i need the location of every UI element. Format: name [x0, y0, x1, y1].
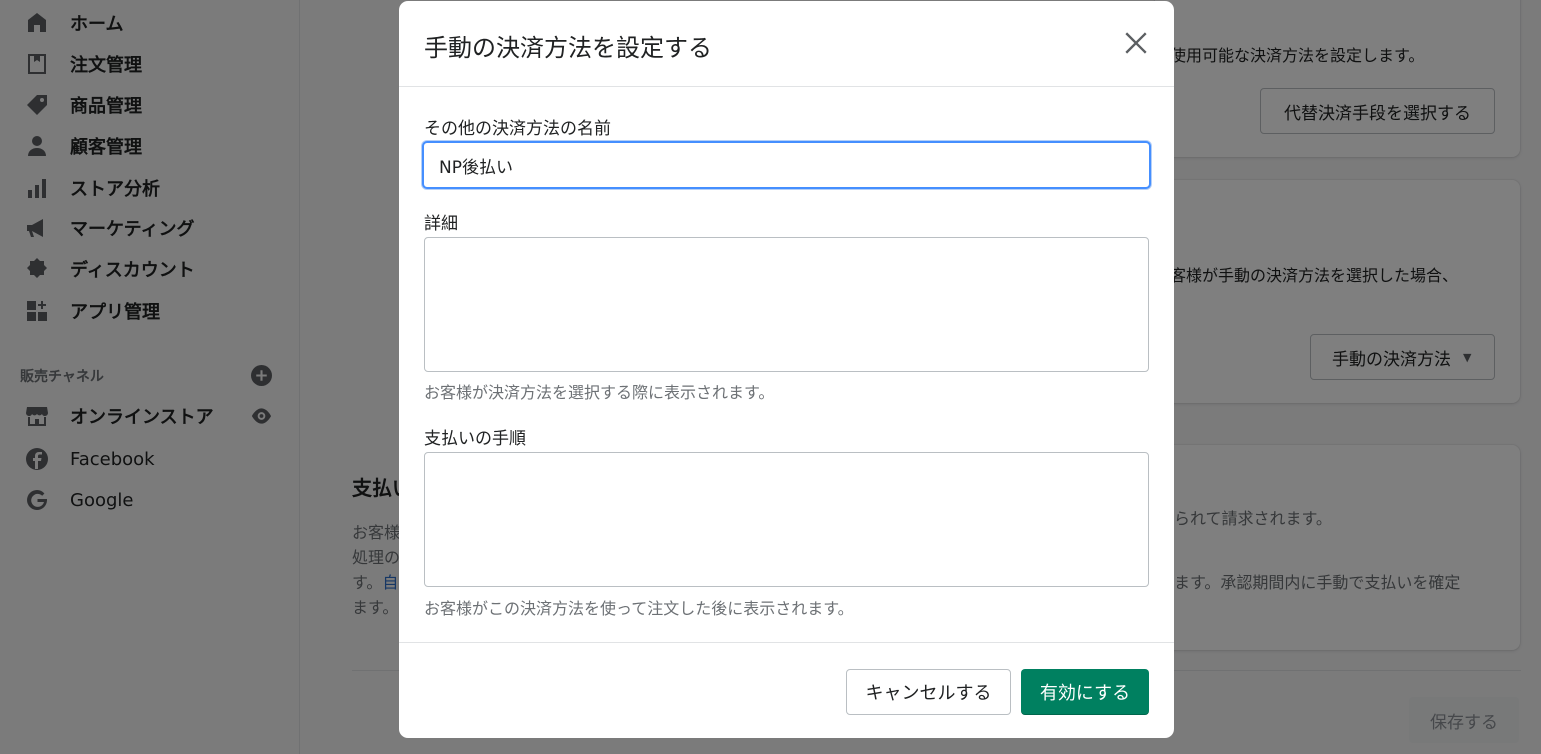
enable-button[interactable]: 有効にする	[1021, 669, 1149, 715]
details-textarea[interactable]	[424, 237, 1149, 372]
manual-payment-modal: 手動の決済方法を設定する その他の決済方法の名前 詳細 お客様が決済方法を選択す…	[399, 1, 1174, 738]
payment-name-label: その他の決済方法の名前	[424, 119, 611, 139]
modal-header: 手動の決済方法を設定する	[399, 1, 1174, 87]
instructions-help-text: お客様がこの決済方法を使って注文した後に表示されます。	[424, 599, 854, 618]
close-button[interactable]	[1120, 27, 1152, 59]
instructions-label: 支払いの手順	[424, 429, 526, 449]
close-icon	[1125, 32, 1147, 54]
cancel-button[interactable]: キャンセルする	[846, 669, 1011, 715]
payment-name-input[interactable]	[422, 141, 1151, 189]
details-help-text: お客様が決済方法を選択する際に表示されます。	[424, 383, 775, 402]
instructions-textarea[interactable]	[424, 452, 1149, 587]
modal-footer: キャンセルする 有効にする	[399, 642, 1174, 738]
details-label: 詳細	[424, 214, 458, 234]
modal-title: 手動の決済方法を設定する	[424, 34, 712, 62]
